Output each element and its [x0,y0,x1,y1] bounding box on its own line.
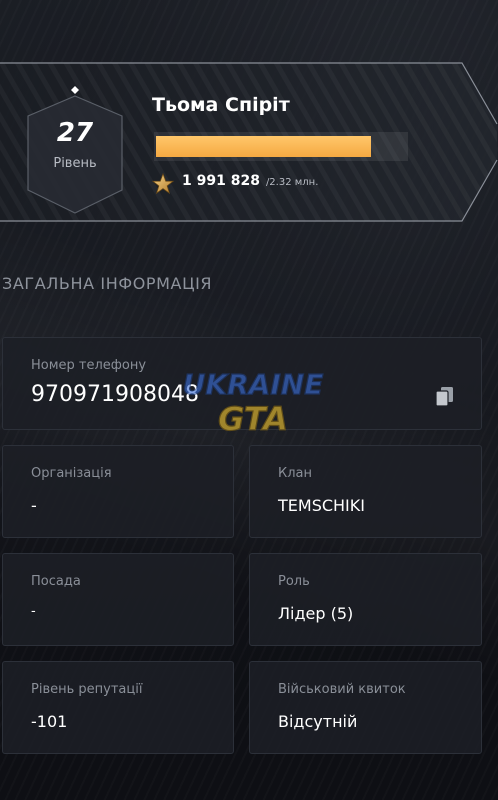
level-number: 27 [56,118,94,148]
role-card: Роль Лідер (5) [249,553,482,646]
organization-card: Організація - [2,445,234,538]
organization-label: Організація [31,466,112,481]
xp-current: 1 991 828 [182,173,260,189]
level-badge: 27 Рівень [26,82,124,214]
clan-value: TEMSCHIKI [278,496,365,515]
copy-icon[interactable] [435,386,455,408]
clan-label: Клан [278,466,313,481]
diamond-icon [71,86,79,94]
phone-card: Номер телефону 970971908048 [2,337,482,430]
reputation-card: Рівень репутації -101 [2,661,234,754]
military-ticket-value: Відсутній [278,712,358,731]
xp-info: 1 991 828 /2.32 млн. [152,173,318,195]
role-label: Роль [278,574,310,589]
phone-number[interactable]: 970971908048 [31,382,199,407]
reputation-value: -101 [31,712,68,731]
position-card: Посада - [2,553,234,646]
star-icon [152,173,174,195]
reputation-label: Рівень репутації [31,682,143,697]
level-badge-shape [27,86,123,214]
clan-card: Клан TEMSCHIKI [249,445,482,538]
role-value: Лідер (5) [278,604,354,623]
section-title: ЗАГАЛЬНА ІНФОРМАЦІЯ [2,274,213,293]
xp-total: /2.32 млн. [265,177,319,188]
phone-label: Номер телефону [31,358,147,373]
xp-progress-fill [156,136,371,157]
position-label: Посада [31,574,81,589]
player-name: Тьома Спіріт [152,94,290,116]
organization-value: - [31,496,37,515]
level-label: Рівень [53,156,97,171]
position-value: - [31,604,36,619]
military-ticket-card: Військовий квиток Відсутній [249,661,482,754]
profile-banner: 27 Рівень Тьома Спіріт 1 991 828 /2.32 м… [0,62,498,222]
xp-progress-bar [154,132,408,161]
military-ticket-label: Військовий квиток [278,682,406,697]
